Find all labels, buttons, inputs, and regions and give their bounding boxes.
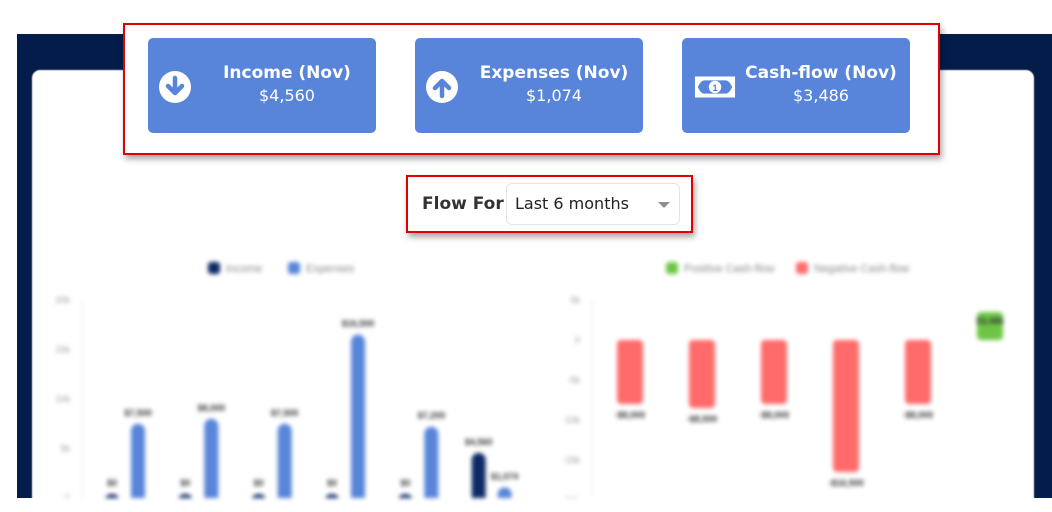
- bar-expenses: [277, 423, 292, 498]
- cash-flow-card-value: $3,486: [793, 86, 849, 105]
- bar-negative-cash-flow: [905, 340, 931, 404]
- bar-income: [398, 494, 413, 498]
- legend-positive-label: Positive Cash-flow: [684, 263, 775, 275]
- charts-area: Income Expenses 0 5k 10k 15k 20k $0 $0 $0 $0 $0 $4,5…: [32, 240, 1034, 498]
- bar-income: [325, 494, 339, 498]
- bar-negative-cash-flow: [689, 340, 715, 408]
- y-tick-label: -10k: [562, 415, 580, 425]
- data-label: $7,500: [124, 408, 152, 418]
- expenses-card-value: $1,074: [526, 86, 582, 105]
- data-label: $0: [180, 478, 190, 488]
- bar-expenses: [351, 334, 365, 498]
- data-label: $7,500: [271, 408, 299, 418]
- y-tick-label: 0: [575, 335, 580, 345]
- period-select-value: Last 6 months: [515, 194, 629, 213]
- income-card[interactable]: Income (Nov) $4,560: [148, 38, 376, 133]
- legend-negative-swatch: [796, 262, 808, 274]
- data-label: $0: [400, 478, 410, 488]
- bar-income: [178, 494, 193, 498]
- y-tick-label: 5k: [60, 444, 70, 454]
- bar-income: [105, 494, 119, 498]
- data-label: $7,200: [418, 411, 446, 421]
- flow-for-label: Flow For: [422, 194, 504, 214]
- data-label: $0: [327, 478, 337, 488]
- data-label: $0: [254, 478, 264, 488]
- summary-cards-highlight: Income (Nov) $4,560 Expenses (Nov) $1,07…: [123, 23, 940, 155]
- y-tick-label: 20k: [55, 295, 70, 305]
- expenses-card-title: Expenses (Nov): [479, 63, 629, 83]
- data-label: -$8,500: [687, 414, 718, 424]
- cash-flow-chart: Positive Cash-flow Negative Cash-flow 5k 0 -…: [562, 262, 1004, 498]
- y-tick-label: -15k: [562, 455, 580, 465]
- svg-text:1: 1: [712, 83, 718, 94]
- legend-income-label: Income: [226, 263, 262, 275]
- bar-income: [471, 452, 486, 498]
- bar-expenses: [497, 487, 512, 498]
- data-label: $8,000: [198, 403, 226, 413]
- legend-negative-label: Negative Cash-flow: [814, 263, 909, 275]
- bar-negative-cash-flow: [617, 340, 643, 404]
- money-bill-icon: 1: [694, 76, 736, 98]
- data-label: -$8,000: [615, 410, 646, 420]
- data-label: $3,486: [976, 316, 1004, 326]
- data-label: $4,560: [465, 437, 493, 447]
- bar-negative-cash-flow: [833, 340, 859, 472]
- expenses-card[interactable]: Expenses (Nov) $1,074: [415, 38, 643, 133]
- period-select[interactable]: Last 6 months: [506, 183, 680, 225]
- arrow-circle-down-icon: [159, 71, 191, 103]
- data-label: -$16,500: [828, 478, 864, 488]
- y-tick-label: -5k: [567, 375, 580, 385]
- bar-expenses: [131, 423, 145, 498]
- income-card-value: $4,560: [259, 86, 315, 105]
- legend-expenses-swatch: [288, 262, 300, 274]
- cash-flow-card[interactable]: 1 Cash-flow (Nov) $3,486: [682, 38, 910, 133]
- data-label: $16,500: [342, 319, 375, 329]
- y-tick-label: 5k: [570, 295, 580, 305]
- data-label: -$8,000: [903, 410, 934, 420]
- chevron-down-icon[interactable]: [658, 202, 670, 208]
- bar-negative-cash-flow: [761, 340, 787, 404]
- income-expenses-chart: Income Expenses 0 5k 10k 15k 20k $0 $0 $0 $0 $0 $4,5…: [55, 262, 519, 498]
- income-card-title: Income (Nov): [223, 63, 351, 83]
- arrow-circle-up-icon: [426, 71, 458, 103]
- flow-filter-highlight: Flow For Last 6 months: [406, 175, 693, 233]
- data-label: $1,074: [491, 471, 519, 481]
- cash-flow-card-title: Cash-flow (Nov): [745, 63, 897, 83]
- data-label: -$8,000: [759, 410, 790, 420]
- y-tick-label: 0: [65, 493, 70, 498]
- bar-expenses: [424, 426, 439, 498]
- legend-positive-swatch: [666, 262, 678, 274]
- y-tick-label: 10k: [55, 394, 70, 404]
- data-label: $0: [107, 478, 117, 488]
- legend-income-swatch: [208, 262, 220, 274]
- y-tick-label: -20k: [562, 495, 580, 498]
- y-tick-label: 15k: [55, 345, 70, 355]
- bar-expenses: [204, 418, 219, 498]
- bar-income: [251, 494, 266, 498]
- legend-expenses-label: Expenses: [306, 263, 355, 275]
